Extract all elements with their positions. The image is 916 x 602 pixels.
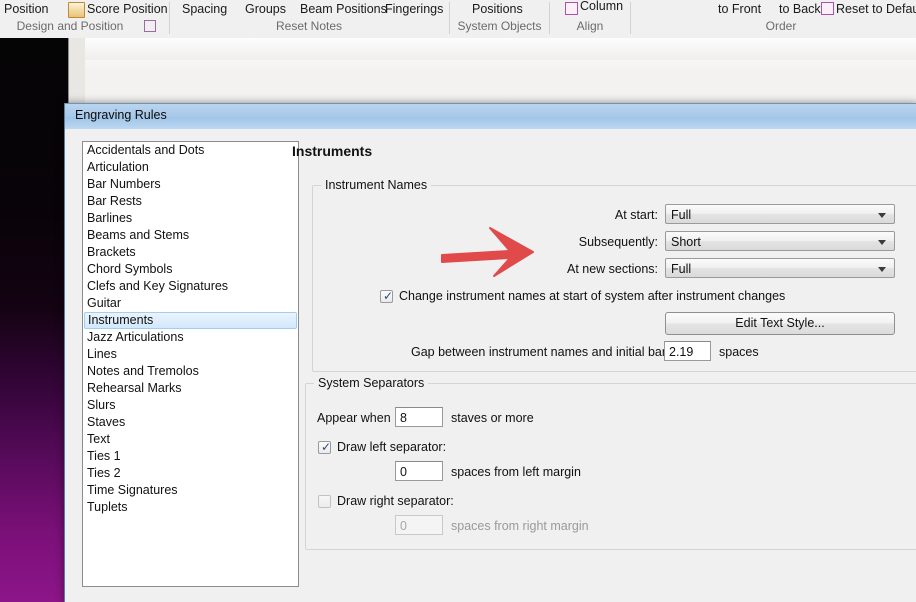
input-gap-value[interactable]: 2.19 [664, 341, 711, 361]
ribbon-group-align: Column Align [550, 0, 630, 38]
label-appear-when: Appear when [317, 411, 391, 425]
ribbon-button-reset-to-default[interactable]: Reset to Default [836, 1, 916, 17]
checkbox-draw-right-separator[interactable] [318, 495, 331, 508]
dialog-title-bar[interactable]: Engraving Rules [65, 103, 916, 130]
label-right-margin-suffix: spaces from right margin [451, 519, 589, 533]
label-left-margin-suffix: spaces from left margin [451, 465, 581, 479]
ribbon-group-label-reset-notes: Reset Notes [275, 19, 343, 33]
category-item-clefs-and-key-signatures[interactable]: Clefs and Key Signatures [83, 278, 298, 295]
ribbon-group-label-design-and-position: Design and Position [16, 19, 124, 33]
dialog-launcher-icon[interactable] [144, 20, 156, 32]
edit-text-style-button[interactable]: Edit Text Style... [665, 312, 895, 335]
category-item-notes-and-tremolos[interactable]: Notes and Tremolos [83, 363, 298, 380]
ribbon-button-positions[interactable]: Positions [472, 1, 523, 17]
combo-at-start-value: Full [671, 208, 692, 222]
engraving-rules-dialog: Engraving Rules Accidentals and Dots Art… [64, 103, 916, 602]
category-item-slurs[interactable]: Slurs [83, 397, 298, 414]
input-appear-when[interactable]: 8 [395, 407, 443, 427]
combo-at-new-sections[interactable]: Full [665, 258, 895, 278]
ribbon-group-system-objects: Positions System Objects [450, 0, 549, 38]
ribbon-button-beam-positions[interactable]: Beam Positions [300, 1, 387, 17]
label-subsequently: Subsequently: [578, 235, 658, 249]
ribbon-group-label-order: Order [765, 19, 797, 33]
ribbon-button-to-back[interactable]: to Back [779, 1, 821, 17]
dialog-body: Accidentals and Dots Articulation Bar Nu… [65, 129, 916, 602]
input-right-margin-spaces[interactable]: 0 [395, 515, 443, 535]
combo-at-start[interactable]: Full [665, 204, 895, 224]
category-item-text[interactable]: Text [83, 431, 298, 448]
reset-to-default-icon [821, 2, 834, 15]
category-item-lines[interactable]: Lines [83, 346, 298, 363]
category-item-articulation[interactable]: Articulation [83, 159, 298, 176]
label-gap-units: spaces [719, 345, 759, 359]
ribbon-button-fingerings[interactable]: Fingerings [385, 1, 443, 17]
combo-subsequently-value: Short [671, 235, 701, 249]
combo-at-new-sections-value: Full [671, 262, 692, 276]
category-item-instruments[interactable]: Instruments [84, 312, 297, 329]
chevron-down-icon [878, 240, 886, 245]
label-appear-when-suffix: staves or more [451, 411, 534, 425]
category-item-beams-and-stems[interactable]: Beams and Stems [83, 227, 298, 244]
label-at-start: At start: [614, 208, 658, 222]
dialog-title: Engraving Rules [75, 108, 167, 122]
checkbox-draw-left-separator[interactable]: ✓ [318, 440, 332, 454]
input-left-margin-spaces[interactable]: 0 [395, 461, 443, 481]
input-gap-value-text: 2.19 [669, 345, 694, 359]
column-icon [565, 2, 578, 15]
category-item-bar-rests[interactable]: Bar Rests [83, 193, 298, 210]
score-document-page-top [68, 38, 916, 60]
ribbon-button-column[interactable]: Column [580, 0, 623, 14]
category-item-tuplets[interactable]: Tuplets [83, 499, 298, 516]
ribbon-button-to-front[interactable]: to Front [718, 1, 761, 17]
category-item-ties-2[interactable]: Ties 2 [83, 465, 298, 482]
category-item-barlines[interactable]: Barlines [83, 210, 298, 227]
group-title-instrument-names: Instrument Names [321, 178, 432, 192]
ribbon-group-reset-notes: Spacing Groups Beam Positions Fingerings… [170, 0, 450, 38]
ribbon-group-label-system-objects: System Objects [457, 19, 542, 33]
category-item-staves[interactable]: Staves [83, 414, 298, 431]
category-item-brackets[interactable]: Brackets [83, 244, 298, 261]
chevron-down-icon [878, 267, 886, 272]
screen-root: Position Score Position Design and Posit… [0, 0, 916, 602]
category-item-jazz-articulations[interactable]: Jazz Articulations [83, 329, 298, 346]
check-tick-icon: ✓ [383, 289, 394, 303]
group-instrument-names: Instrument Names At start: Full Subseque… [312, 178, 916, 372]
ribbon-group-order: to Front to Back Reset to Default Order [631, 0, 916, 38]
checkbox-change-instrument-names[interactable]: ✓ [380, 289, 394, 303]
ribbon-button-spacing[interactable]: Spacing [182, 1, 227, 17]
ribbon-toolbar: Position Score Position Design and Posit… [0, 0, 916, 39]
category-item-rehearsal-marks[interactable]: Rehearsal Marks [83, 380, 298, 397]
chevron-down-icon [878, 213, 886, 218]
category-item-time-signatures[interactable]: Time Signatures [83, 482, 298, 499]
category-item-chord-symbols[interactable]: Chord Symbols [83, 261, 298, 278]
input-left-margin-spaces-text: 0 [400, 465, 407, 479]
ribbon-button-groups[interactable]: Groups [245, 1, 286, 17]
label-gap-between-names-and-barline: Gap between instrument names and initial… [411, 345, 686, 359]
category-item-guitar[interactable]: Guitar [83, 295, 298, 312]
category-item-accidentals-and-dots[interactable]: Accidentals and Dots [83, 142, 298, 159]
label-at-new-sections: At new sections: [566, 262, 658, 276]
checkbox-label-change-instrument-names: Change instrument names at start of syst… [399, 289, 786, 303]
combo-subsequently[interactable]: Short [665, 231, 895, 251]
checkbox-label-draw-right-separator: Draw right separator: [337, 494, 454, 508]
score-position-icon [68, 2, 85, 18]
input-appear-when-text: 8 [400, 411, 407, 425]
category-item-bar-numbers[interactable]: Bar Numbers [83, 176, 298, 193]
group-title-system-separators: System Separators [314, 376, 429, 390]
ribbon-button-score-position[interactable]: Score Position [87, 1, 168, 17]
checkbox-label-draw-left-separator: Draw left separator: [337, 440, 447, 454]
category-item-ties-1[interactable]: Ties 1 [83, 448, 298, 465]
check-tick-icon: ✓ [321, 440, 332, 454]
ribbon-group-label-align: Align [576, 19, 604, 33]
group-system-separators: System Separators Appear when 8 staves o… [305, 376, 916, 550]
ribbon-group-design-and-position: Position Score Position Design and Posit… [0, 0, 168, 38]
page-title: Instruments [292, 143, 373, 159]
ribbon-button-position[interactable]: Position [4, 1, 48, 17]
category-list[interactable]: Accidentals and Dots Articulation Bar Nu… [82, 141, 299, 587]
input-right-margin-spaces-text: 0 [400, 519, 407, 533]
